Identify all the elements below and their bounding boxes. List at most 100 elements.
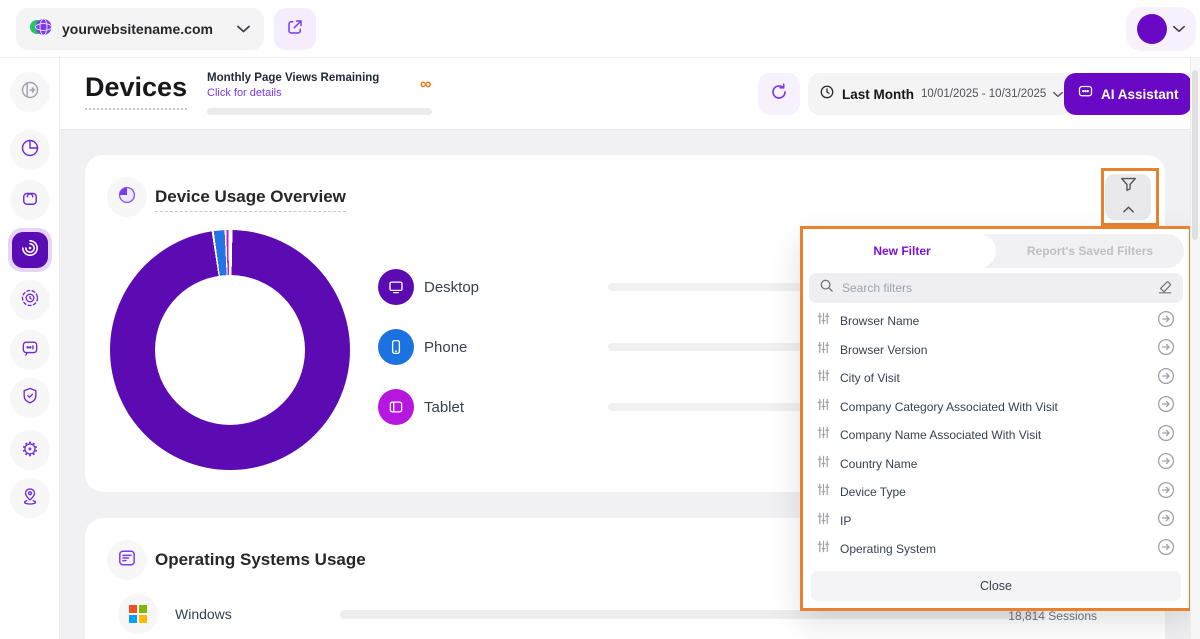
collapse-icon (20, 80, 40, 105)
sliders-icon (817, 426, 830, 444)
desktop-icon (378, 269, 414, 305)
filter-item[interactable]: Browser Version (803, 336, 1189, 365)
sidebar-item-dashboard[interactable] (10, 130, 50, 170)
refresh-button[interactable] (758, 73, 800, 115)
infinity-icon: ∞ (420, 76, 431, 94)
filter-item-label: Device Type (840, 485, 1147, 499)
filter-item[interactable]: Company Category Associated With Visit (803, 393, 1189, 422)
sidebar-item-feedback[interactable] (10, 330, 50, 370)
sidebar-nav: ⚙ (0, 58, 60, 639)
card-title: Device Usage Overview (155, 187, 346, 212)
pie-chart-icon (117, 185, 137, 210)
top-bar: yourwebsitename.com (0, 0, 1200, 58)
arrow-right-circle-icon (1157, 452, 1175, 475)
filter-item-label: Browser Name (840, 314, 1147, 328)
page-title: Devices (85, 72, 187, 110)
sliders-icon (817, 341, 830, 359)
scrollbar-thumb[interactable] (1192, 70, 1198, 240)
chevron-down-icon (1173, 20, 1185, 38)
ai-assistant-label: AI Assistant (1101, 87, 1179, 102)
legend-label: Phone (424, 339, 608, 356)
date-range-label: Last Month (842, 87, 914, 102)
sidebar-item-settings[interactable]: ⚙ (10, 430, 50, 470)
filter-item[interactable]: Device Type (803, 478, 1189, 507)
date-range-selector[interactable]: Last Month 10/01/2025 - 10/31/2025 (808, 73, 1074, 115)
filter-item-label: IP (840, 514, 1147, 528)
chevron-down-icon (237, 20, 250, 38)
shopping-bag-icon (20, 188, 40, 213)
os-sessions: 18,814 Sessions (1008, 609, 1097, 623)
tab-new-filter[interactable]: New Filter (808, 234, 996, 268)
sliders-icon (817, 512, 830, 530)
filter-item-label: Company Category Associated With Visit (840, 400, 1147, 414)
search-icon (819, 278, 834, 298)
filter-panel: New Filter Report's Saved Filters (800, 226, 1192, 611)
filter-item[interactable]: Country Name (803, 450, 1189, 479)
globe-favicon (30, 16, 52, 43)
filter-item[interactable]: IP (803, 507, 1189, 536)
chevron-down-icon (1053, 85, 1063, 103)
legend-label: Tablet (424, 399, 608, 416)
filter-item-label: Country Name (840, 457, 1147, 471)
funnel-icon (1119, 176, 1138, 198)
sidebar-item-sessions[interactable] (10, 280, 50, 320)
website-selector[interactable]: yourwebsitename.com (16, 8, 264, 50)
sliders-icon (817, 483, 830, 501)
avatar (1137, 14, 1167, 44)
session-clock-icon (20, 288, 40, 313)
filter-item[interactable]: Operating System (803, 535, 1189, 564)
arrow-right-circle-icon (1157, 367, 1175, 390)
quota-widget: Monthly Page Views Remaining Click for d… (207, 72, 432, 115)
clock-icon (819, 84, 835, 105)
device-donut (110, 230, 350, 470)
arrow-right-circle-icon (1157, 424, 1175, 447)
chevron-up-icon (1123, 200, 1134, 218)
analytics-app: yourwebsitename.com (0, 0, 1200, 639)
arrow-right-circle-icon (1157, 395, 1175, 418)
ai-assistant-button[interactable]: AI Assistant (1064, 73, 1192, 115)
devices-radar-icon (20, 238, 40, 263)
tab-saved-filters[interactable]: Report's Saved Filters (996, 234, 1184, 268)
filter-item[interactable]: Browser Name (803, 307, 1189, 336)
windows-logo-icon (118, 594, 158, 634)
quota-details-link[interactable]: Click for details (207, 87, 432, 99)
phone-icon (378, 329, 414, 365)
date-range-value: 10/01/2025 - 10/31/2025 (921, 88, 1046, 100)
filter-button[interactable] (1105, 174, 1151, 220)
sidebar-item-security[interactable] (10, 378, 50, 418)
quota-progress-bar (207, 108, 432, 115)
close-filter-panel-button[interactable]: Close (811, 571, 1181, 601)
tablet-icon (378, 389, 414, 425)
gear-icon: ⚙ (21, 440, 39, 460)
filter-search-input[interactable] (842, 281, 1149, 295)
filter-item-label: City of Visit (840, 371, 1147, 385)
open-website-button[interactable] (274, 8, 316, 50)
filter-item-label: Operating System (840, 542, 1147, 556)
page-header: Devices Monthly Page Views Remaining Cli… (60, 58, 1200, 130)
os-bar (340, 610, 1040, 619)
report-icon (117, 548, 137, 573)
external-link-icon (286, 18, 304, 41)
refresh-icon (769, 82, 789, 107)
sliders-icon (817, 398, 830, 416)
filter-item[interactable]: City of Visit (803, 364, 1189, 393)
vertical-scrollbar (1190, 58, 1200, 639)
chat-icon (1077, 83, 1094, 105)
arrow-right-circle-icon (1157, 338, 1175, 361)
sidebar-item-location[interactable] (10, 478, 50, 518)
sidebar-item-ecommerce[interactable] (10, 180, 50, 220)
sidebar-item-devices-active[interactable] (8, 228, 52, 272)
filter-list: Browser Name Browser Version (803, 307, 1189, 564)
profile-menu[interactable] (1126, 7, 1196, 51)
sidebar-item-collapse[interactable] (10, 72, 50, 112)
filter-search-bar (809, 273, 1183, 303)
card-title: Operating Systems Usage (155, 550, 366, 570)
filter-item[interactable]: Company Name Associated With Visit (803, 421, 1189, 450)
filter-tabs: New Filter Report's Saved Filters (808, 234, 1184, 268)
sliders-icon (817, 540, 830, 558)
sliders-icon (817, 369, 830, 387)
eraser-icon[interactable] (1157, 278, 1173, 299)
location-pin-icon (20, 486, 40, 511)
arrow-right-circle-icon (1157, 481, 1175, 504)
arrow-right-circle-icon (1157, 310, 1175, 333)
